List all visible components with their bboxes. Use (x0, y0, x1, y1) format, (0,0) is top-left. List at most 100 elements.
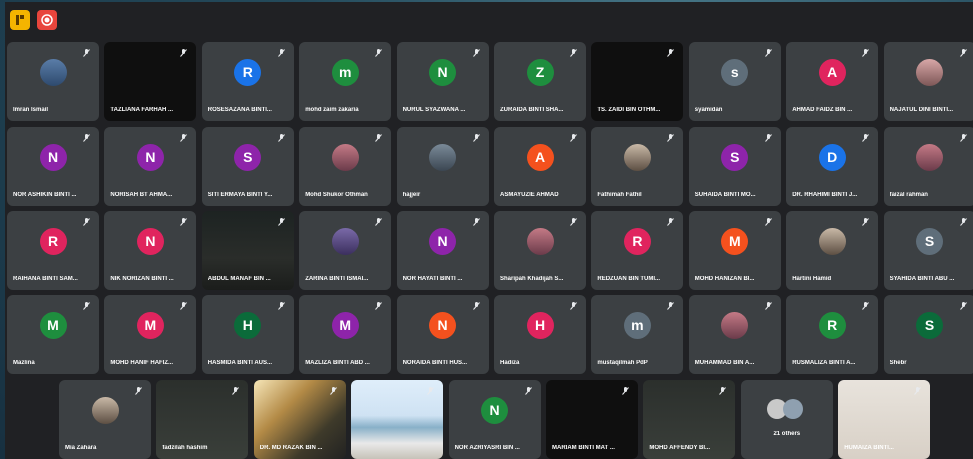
participant-avatar: D (818, 144, 846, 171)
participant-tile[interactable]: Z ZURAIDA BINTI SHA... (494, 42, 586, 121)
participant-tile[interactable]: N NOR ASHIKIN BINTI ... (7, 127, 99, 206)
record-icon[interactable] (37, 10, 57, 30)
participant-tile[interactable]: faizal rahman (883, 127, 973, 206)
participant-tile[interactable]: A AHMAD FAIDZ BIN ... (786, 42, 879, 121)
participant-avatar: M (331, 312, 359, 339)
participant-tile[interactable]: D DR. RHAHIMI BINTI J... (786, 127, 879, 206)
mic-muted-icon (959, 302, 967, 310)
participant-tile[interactable]: N NIK NORIZAN BINTI ... (104, 211, 197, 290)
participant-name: HUMAIZA BINTI... (844, 445, 894, 451)
participant-tile[interactable]: NAJATUL DINI BINTI... (883, 42, 973, 121)
participant-tile[interactable]: N NORAIDA BINTI HUS... (396, 295, 489, 374)
participant-tile[interactable]: S SUHAIDA BINTI MO... (688, 127, 781, 206)
participant-tile[interactable] (351, 380, 444, 459)
mic-muted-icon (277, 134, 285, 142)
participant-tile[interactable]: N NURUL SYAZWANA ... (396, 42, 489, 121)
participant-name: fadzilah hashim (162, 445, 208, 451)
participant-name: TS. ZAIDI BIN OTHM... (597, 107, 661, 113)
participant-avatar: R (623, 228, 651, 255)
mic-muted-icon (862, 49, 870, 57)
mic-muted-icon (719, 387, 727, 395)
participant-tile[interactable]: S Shebr (883, 295, 973, 374)
mic-muted-icon (667, 49, 675, 57)
participant-avatar: N (429, 228, 457, 255)
participant-name: hajjeir (402, 192, 421, 198)
mic-muted-icon (570, 302, 577, 310)
participant-tile[interactable]: A ASMAYUZIE AHMAD (494, 127, 586, 206)
participant-tile[interactable]: N NOR HAYATI BINTI ... (396, 211, 489, 290)
participant-name: SUHAIDA BINTI MO... (694, 192, 756, 198)
participant-tile[interactable]: m mohd zaim zakaria (299, 42, 392, 121)
participant-tile[interactable]: R ROSESAZANA BINTI... (201, 42, 294, 121)
participant-tile[interactable]: TS. ZAIDI BIN OTHM... (591, 42, 684, 121)
mic-muted-icon (427, 387, 435, 395)
participant-tile[interactable]: S SITI ERMAYA BINTI Y... (201, 127, 294, 206)
participant-tile[interactable]: M MOHD HANIF HAFIZ... (104, 295, 197, 374)
participant-tile[interactable]: M MOHD HANIZAN BI... (688, 211, 781, 290)
participant-tile[interactable]: ABDUL MANAF BIN ... (201, 211, 294, 290)
participant-tile[interactable]: Mia Zahara (59, 380, 151, 459)
participant-tile[interactable]: Sharipah Khadijah S... (494, 211, 586, 290)
mic-muted-icon (667, 134, 675, 142)
participant-name: Sharipah Khadijah S... (500, 276, 564, 282)
participant-tile[interactable]: Mohd Shukor Othman (299, 127, 392, 206)
participant-tile[interactable]: MARIAM BINTI MAT ... (546, 380, 638, 459)
participant-tile[interactable]: M Mazlina (7, 295, 99, 374)
participant-tile[interactable]: hajjeir (396, 127, 489, 206)
participant-tile[interactable]: S SYAHIDA BINTI ABU ... (883, 211, 973, 290)
participant-tile[interactable]: fadzilah hashim (156, 380, 249, 459)
mic-muted-icon (135, 387, 142, 395)
participant-name: Imran Ismail (13, 107, 49, 113)
participant-name: mohd zaim zakaria (305, 107, 359, 113)
participant-tile[interactable]: H Hadiza (494, 295, 586, 374)
participant-tile[interactable]: H HASMIDA BINTI AUS... (201, 295, 294, 374)
layout-icon[interactable] (10, 10, 30, 30)
mic-muted-icon (232, 387, 240, 395)
mic-muted-icon (764, 218, 772, 226)
participant-tile[interactable]: TAZLIANA FARHAH ... (104, 42, 197, 121)
mic-muted-icon (959, 134, 967, 142)
participant-tile[interactable]: HUMAIZA BINTI... (838, 380, 931, 459)
participant-photo (331, 228, 359, 255)
participant-tile[interactable]: s syamidan (688, 42, 781, 121)
participant-tile[interactable]: R REDZUAN BIN TUMI... (591, 211, 684, 290)
participant-avatar: S (916, 312, 944, 339)
others-tile[interactable]: 21 others (740, 380, 833, 459)
participant-name: NOR AZRIYASRI BIN ... (454, 445, 520, 451)
participant-tile[interactable]: MUHAMMAD BIN A... (688, 295, 781, 374)
participant-tile[interactable]: DR. MD RAZAK BIN ... (253, 380, 346, 459)
participant-tile[interactable]: Imran Ismail (7, 42, 99, 121)
mic-muted-icon (180, 134, 188, 142)
mic-muted-icon (764, 134, 772, 142)
participant-tile[interactable]: R RUSMALIZA BINTI A... (786, 295, 879, 374)
participant-name: MOHD HANIZAN BI... (694, 276, 755, 282)
participant-name: ASMAYUZIE AHMAD (500, 192, 559, 198)
participant-tile[interactable]: M MAZLIZA BINTI ABD ... (299, 295, 392, 374)
participant-tile[interactable]: m mustaqilmah PdP (591, 295, 684, 374)
participant-name: MOHD AFFENDY BI... (649, 445, 711, 451)
participant-name: TAZLIANA FARHAH ... (110, 107, 174, 113)
participant-tile[interactable]: Fathimah Fathil (591, 127, 684, 206)
desktop-background: Imran Ismail TAZLIANA FARHAH ... R ROSESAZA… (0, 0, 973, 459)
participant-avatar: M (39, 312, 67, 339)
participant-tile[interactable]: R RAIHANA BINTI SAM... (7, 211, 99, 290)
mic-muted-icon (524, 387, 532, 395)
participant-avatar: N (429, 312, 457, 339)
participant-name: 21 others (773, 431, 801, 437)
participant-tile[interactable]: ZARINA BINTI ISMAI... (299, 211, 392, 290)
participant-name: RUSMALIZA BINTI A... (792, 360, 856, 366)
participant-avatar: N (136, 144, 164, 171)
participant-tile[interactable]: Hartini Hamid (786, 211, 879, 290)
participant-name: NAJATUL DINI BINTI... (889, 107, 954, 113)
participant-name: ZARINA BINTI ISMAI... (305, 276, 369, 282)
participant-name: DR. MD RAZAK BIN ... (259, 445, 323, 451)
participant-avatar: S (916, 228, 944, 255)
participant-tile[interactable]: N NORISAH BT AHMA... (104, 127, 197, 206)
participant-tile[interactable]: N NOR AZRIYASRI BIN ... (448, 380, 541, 459)
participant-name: Hartini Hamid (792, 276, 832, 282)
participant-tile[interactable]: MOHD AFFENDY BI... (643, 380, 736, 459)
participant-name: NORAIDA BINTI HUS... (402, 360, 468, 366)
participant-name: ABDUL MANAF BIN ... (207, 276, 271, 282)
mic-muted-icon (83, 218, 90, 226)
participant-photo (916, 59, 944, 86)
